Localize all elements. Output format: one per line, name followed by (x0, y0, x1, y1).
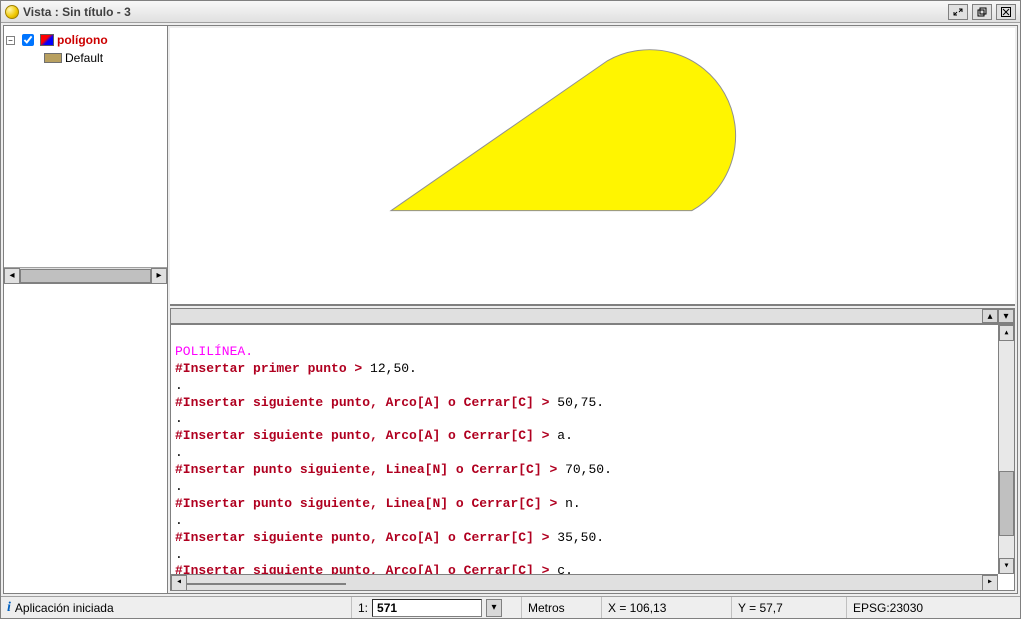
console-prompt: #Insertar siguiente punto, Arco[A] o Cer… (175, 428, 549, 443)
layer-row-poligono[interactable]: − polígono (6, 30, 165, 50)
map-drawing (170, 28, 1015, 304)
scroll-thumb[interactable] (20, 269, 151, 283)
console-vertical-scrollbar[interactable]: ▴ ▾ (998, 325, 1014, 574)
scale-input[interactable] (375, 600, 479, 616)
console-sep: . (175, 411, 183, 426)
locator-panel-empty (4, 284, 167, 593)
style-name-label: Default (65, 51, 103, 65)
scroll-up-icon[interactable]: ▴ (999, 325, 1014, 341)
console-toolbar: ▴ ▾ (170, 308, 1015, 324)
polyline-shape (391, 50, 736, 211)
status-app-message: Aplicación iniciada (15, 601, 114, 615)
console-sep: . (175, 513, 183, 528)
console-entry: 70,50. (557, 462, 612, 477)
coord-x-label: X = 106,13 (608, 601, 666, 615)
toc-horizontal-scrollbar[interactable]: ◂ ▸ (4, 267, 167, 283)
style-swatch-icon (44, 53, 62, 63)
layer-style-row-default[interactable]: Default (6, 50, 165, 66)
scroll-right-icon[interactable]: ▸ (151, 268, 167, 284)
console-prompt: #Insertar siguiente punto, Arco[A] o Cer… (175, 530, 549, 545)
layer-visibility-checkbox[interactable] (22, 34, 34, 46)
console-prompt: #Insertar siguiente punto, Arco[A] o Cer… (175, 395, 549, 410)
close-window-button[interactable] (996, 4, 1016, 20)
coord-y-label: Y = 57,7 (738, 601, 783, 615)
console-sep: . (175, 378, 183, 393)
app-icon (5, 5, 19, 19)
console-entry: 12,50. (362, 361, 417, 376)
layer-tree-panel: − polígono Default ◂ ▸ (4, 26, 167, 284)
console-collapse-up-button[interactable]: ▴ (982, 309, 998, 323)
scroll-down-icon[interactable]: ▾ (999, 558, 1014, 574)
layer-symbol-icon (40, 34, 54, 46)
scroll-right-icon[interactable]: ▸ (982, 575, 998, 591)
maximize-icon (977, 7, 987, 17)
tree-collapse-icon[interactable]: − (6, 36, 15, 45)
console-entry: 50,75. (549, 395, 604, 410)
scroll-left-icon[interactable]: ◂ (171, 575, 187, 591)
window-title: Vista : Sin título - 3 (23, 5, 944, 19)
console-horizontal-scrollbar[interactable]: ◂ ▸ (171, 574, 998, 590)
status-bar: i Aplicación iniciada 1: ▾ Metros X = 10… (1, 596, 1020, 618)
scroll-thumb[interactable] (187, 583, 346, 585)
console-sep: . (175, 445, 183, 460)
console-entry: 35,50. (549, 530, 604, 545)
layer-name-label: polígono (57, 33, 108, 47)
close-icon (1001, 7, 1011, 17)
command-console[interactable]: POLILÍNEA. #Insertar primer punto > 12,5… (170, 324, 1015, 591)
console-sep: . (175, 479, 183, 494)
units-label: Metros (528, 601, 565, 615)
map-canvas[interactable] (170, 28, 1015, 306)
console-entry: n. (557, 496, 580, 511)
scale-input-wrapper (372, 599, 482, 617)
maximize-window-button[interactable] (972, 4, 992, 20)
console-prompt: #Insertar punto siguiente, Linea[N] o Ce… (175, 462, 557, 477)
minimize-icon (953, 7, 963, 17)
console-prompt: #Insertar punto siguiente, Linea[N] o Ce… (175, 496, 557, 511)
epsg-label: EPSG:23030 (853, 601, 923, 615)
minimize-window-button[interactable] (948, 4, 968, 20)
scale-dropdown-button[interactable]: ▾ (486, 599, 502, 617)
scroll-left-icon[interactable]: ◂ (4, 268, 20, 284)
title-bar: Vista : Sin título - 3 (1, 1, 1020, 23)
console-sep: . (175, 547, 183, 562)
scroll-thumb[interactable] (999, 471, 1014, 536)
info-icon: i (7, 600, 11, 616)
console-prompt: #Insertar primer punto > (175, 361, 362, 376)
console-collapse-down-button[interactable]: ▾ (998, 309, 1014, 323)
scale-prefix-label: 1: (358, 601, 368, 615)
console-command-title: POLILÍNEA. (175, 344, 253, 359)
console-entry: a. (549, 428, 572, 443)
